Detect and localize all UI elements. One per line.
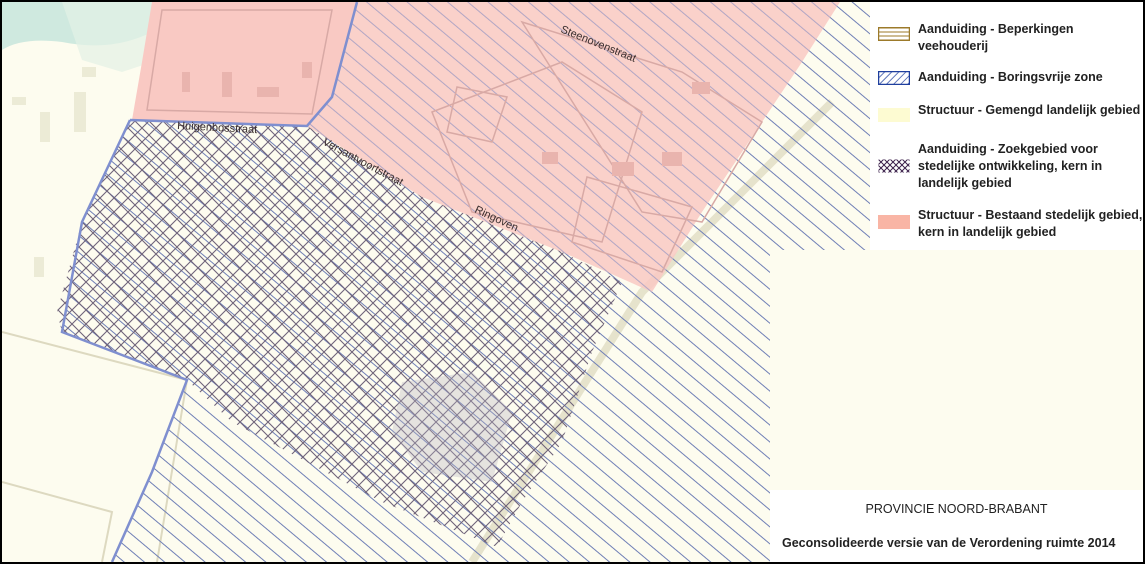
legend-label: Aanduiding - Boringsvrije zone <box>918 70 1103 84</box>
map-frame: Huigenbosstraat Versantvoortstraat Ringo… <box>0 0 1145 564</box>
light-yellow-swatch-icon <box>878 108 910 122</box>
map-subtitle: Geconsolideerde versie van de Verordenin… <box>782 536 1116 550</box>
salmon-swatch-icon <box>878 215 910 229</box>
province-name: PROVINCIE NOORD-BRABANT <box>865 502 1048 516</box>
legend-label: Structuur - Gemengd landelijk gebied <box>918 103 1141 117</box>
map-legend: Aanduiding - Beperkingen veehouderij Aan… <box>870 2 1143 250</box>
diagonal-hatch-swatch-icon <box>878 71 910 85</box>
legend-label: Aanduiding - Zoekgebied voor stedelijke … <box>918 142 1103 190</box>
horizontal-lines-swatch-icon <box>878 27 910 41</box>
legend-label: Aanduiding - Beperkingen veehouderij <box>918 22 1074 53</box>
legend-label: Structuur - Bestaand stedelijk gebied, k… <box>918 208 1143 239</box>
map-caption: PROVINCIE NOORD-BRABANT Geconsolideerde … <box>770 490 1143 562</box>
cross-hatch-swatch-icon <box>878 159 910 173</box>
